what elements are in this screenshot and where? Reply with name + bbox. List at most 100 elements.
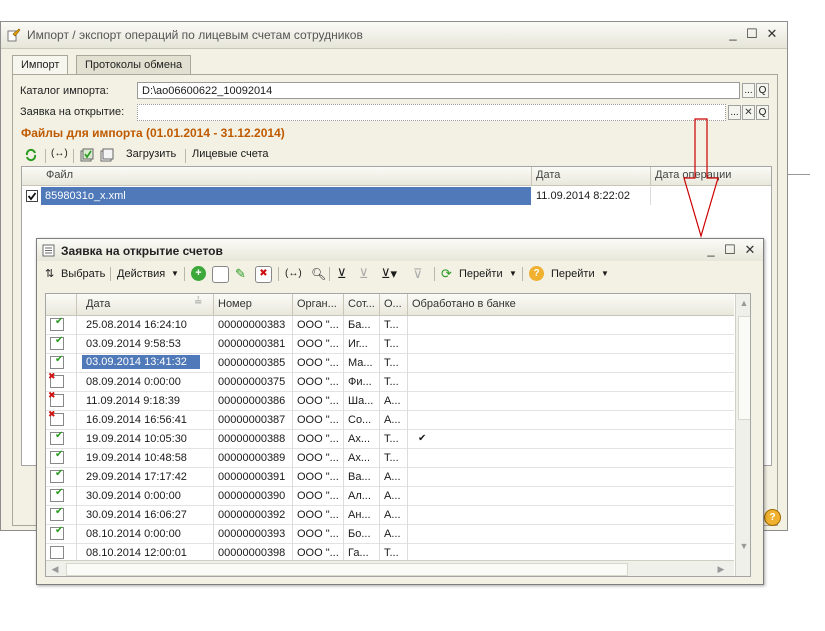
main-title-bar[interactable]: Импорт / экспорт операций по лицевым сче…	[1, 22, 787, 49]
date-cell: 03.09.2014 13:41:32	[81, 354, 201, 370]
scroll-thumb[interactable]	[66, 563, 628, 576]
personal-accounts-button[interactable]: Лицевые счета	[192, 148, 268, 160]
table-row[interactable]: 30.09.2014 0:00:00 00000000390 ООО "... Ал.…	[46, 487, 734, 506]
range-icon[interactable]: (↔)	[51, 148, 68, 159]
org-cell: ООО "...	[297, 414, 339, 426]
column-divider	[379, 468, 380, 487]
document-ok-icon	[50, 525, 64, 540]
date-cell: 08.09.2014 0:00:00	[86, 376, 181, 388]
add-icon[interactable]: +	[191, 266, 206, 281]
actions-menu-button[interactable]: Действия	[117, 266, 165, 282]
dialog-close-button[interactable]: ✕	[742, 242, 758, 258]
table-row[interactable]: 03.09.2014 9:58:53 00000000381 ООО "... Иг.…	[46, 335, 734, 354]
help-icon[interactable]: ?	[529, 266, 544, 281]
column-header-employee[interactable]: Сот...	[348, 298, 375, 310]
filter-off-icon[interactable]: ⊽	[413, 266, 423, 282]
range-icon[interactable]: (↔)	[285, 266, 302, 282]
date-cell: 08.10.2014 12:00:01	[86, 547, 187, 559]
o-cell: Т...	[384, 376, 399, 388]
table-row[interactable]: 11.09.2014 9:18:39 00000000386 ООО "... Ша.…	[46, 390, 734, 411]
table-row[interactable]: 25.08.2014 16:24:10 00000000383 ООО "... Ба…	[46, 316, 734, 335]
minimize-button[interactable]: _	[725, 26, 741, 42]
import-catalog-select-button[interactable]: ...	[742, 83, 755, 98]
maximize-button[interactable]: ☐	[744, 26, 760, 42]
number-cell: 00000000392	[218, 509, 286, 521]
request-search-icon[interactable]: Q	[756, 105, 769, 120]
column-header-file[interactable]: Файл	[46, 169, 73, 181]
o-cell: А...	[384, 528, 401, 540]
row-checkbox[interactable]	[26, 190, 38, 202]
document-error-icon	[48, 390, 64, 407]
table-row[interactable]: 8598031o_x.xml 11.09.2014 8:22:02	[22, 187, 771, 205]
column-divider	[343, 487, 344, 506]
employee-cell: Ва...	[348, 471, 371, 483]
vertical-scrollbar[interactable]: ▲ ▼	[735, 294, 750, 576]
close-button[interactable]: ✕	[764, 26, 780, 42]
request-field[interactable]	[137, 104, 726, 121]
table-row[interactable]: 16.09.2014 16:56:41 00000000387 ООО "... Со…	[46, 409, 734, 430]
scroll-thumb[interactable]	[738, 316, 750, 420]
table-row[interactable]: 08.09.2014 0:00:00 00000000375 ООО "... Фи.…	[46, 371, 734, 392]
column-divider	[76, 316, 77, 335]
date-cell: 30.09.2014 16:06:27	[86, 509, 187, 521]
column-divider	[379, 525, 380, 544]
chevron-down-icon[interactable]: ▼	[509, 266, 517, 282]
edit-icon[interactable]: ✎	[235, 266, 246, 282]
table-row[interactable]: 03.09.2014 13:41:32 00000000385 ООО "... Ма…	[46, 354, 734, 373]
request-clear-icon[interactable]: ✕	[742, 105, 755, 120]
date-cell: 03.09.2014 9:58:53	[86, 338, 181, 350]
column-divider	[407, 316, 408, 335]
table-row[interactable]: 29.09.2014 17:17:42 00000000391 ООО "... Ва…	[46, 468, 734, 487]
column-header-processed[interactable]: Обработано в банке	[412, 298, 516, 310]
employee-cell: Ан...	[348, 509, 371, 521]
scroll-down-icon[interactable]: ▼	[737, 539, 750, 553]
tab-exchange-protocols[interactable]: Протоколы обмена	[76, 55, 192, 74]
dialog-maximize-button[interactable]: ☐	[722, 242, 738, 258]
number-cell: 00000000385	[218, 357, 286, 369]
table-row[interactable]: 19.09.2014 10:48:58 00000000389 ООО "... Ах…	[46, 449, 734, 468]
check-all-icon[interactable]	[80, 148, 94, 162]
search-icon[interactable]: 🔍︎	[311, 266, 326, 282]
refresh-icon[interactable]	[24, 148, 38, 162]
load-button[interactable]: Загрузить	[126, 148, 176, 160]
import-catalog-search-icon[interactable]: Q	[756, 83, 769, 98]
chevron-down-icon[interactable]: ▼	[171, 266, 179, 282]
column-divider	[379, 373, 380, 392]
column-header-date[interactable]: Дата	[536, 169, 560, 181]
column-header-org[interactable]: Орган...	[297, 298, 337, 310]
table-row[interactable]: 30.09.2014 16:06:27 00000000392 ООО "... Ан…	[46, 506, 734, 525]
column-divider	[76, 335, 77, 354]
uncheck-all-icon[interactable]	[100, 148, 114, 162]
org-cell: ООО "...	[297, 319, 339, 331]
sort-icon[interactable]: ≟	[194, 297, 202, 308]
import-catalog-field[interactable]: D:\ao06600622_10092014	[137, 82, 740, 99]
filter-menu-icon[interactable]: ⊻▾	[381, 266, 397, 282]
column-header-date[interactable]: Дата	[86, 298, 110, 310]
column-divider	[343, 430, 344, 449]
dialog-title-bar[interactable]: Заявка на открытие счетов _ ☐ ✕	[37, 239, 763, 261]
goto-menu-button-2[interactable]: Перейти	[551, 266, 595, 282]
refresh-icon[interactable]: ⟳	[441, 266, 452, 282]
table-row[interactable]: 19.09.2014 10:05:30 00000000388 ООО "... Ах…	[46, 430, 734, 449]
column-header-number[interactable]: Номер	[218, 298, 252, 310]
chevron-down-icon[interactable]: ▼	[601, 266, 609, 282]
scroll-left-icon[interactable]: ◀	[48, 562, 62, 576]
file-name-cell[interactable]: 8598031o_x.xml	[41, 187, 531, 205]
help-icon[interactable]: ?	[764, 509, 781, 526]
copy-icon[interactable]	[212, 266, 229, 283]
filter-clear-icon[interactable]: ⊻	[359, 266, 369, 282]
table-row[interactable]: 08.10.2014 0:00:00 00000000393 ООО "... Бо.…	[46, 525, 734, 544]
select-icon[interactable]: ⇅	[45, 266, 54, 282]
horizontal-scrollbar[interactable]: ◀ ▶	[46, 560, 734, 576]
toolbar-separator	[184, 267, 185, 281]
scroll-up-icon[interactable]: ▲	[737, 296, 750, 310]
delete-icon[interactable]: ✖	[255, 266, 272, 283]
filter-icon[interactable]: ⊻	[337, 266, 347, 282]
tab-import[interactable]: Импорт	[12, 55, 69, 75]
goto-menu-button-1[interactable]: Перейти	[459, 266, 503, 282]
column-header-o[interactable]: О...	[384, 298, 402, 310]
select-button[interactable]: Выбрать	[61, 266, 105, 282]
dialog-minimize-button[interactable]: _	[703, 242, 719, 258]
column-divider	[76, 468, 77, 487]
scroll-right-icon[interactable]: ▶	[714, 562, 728, 576]
